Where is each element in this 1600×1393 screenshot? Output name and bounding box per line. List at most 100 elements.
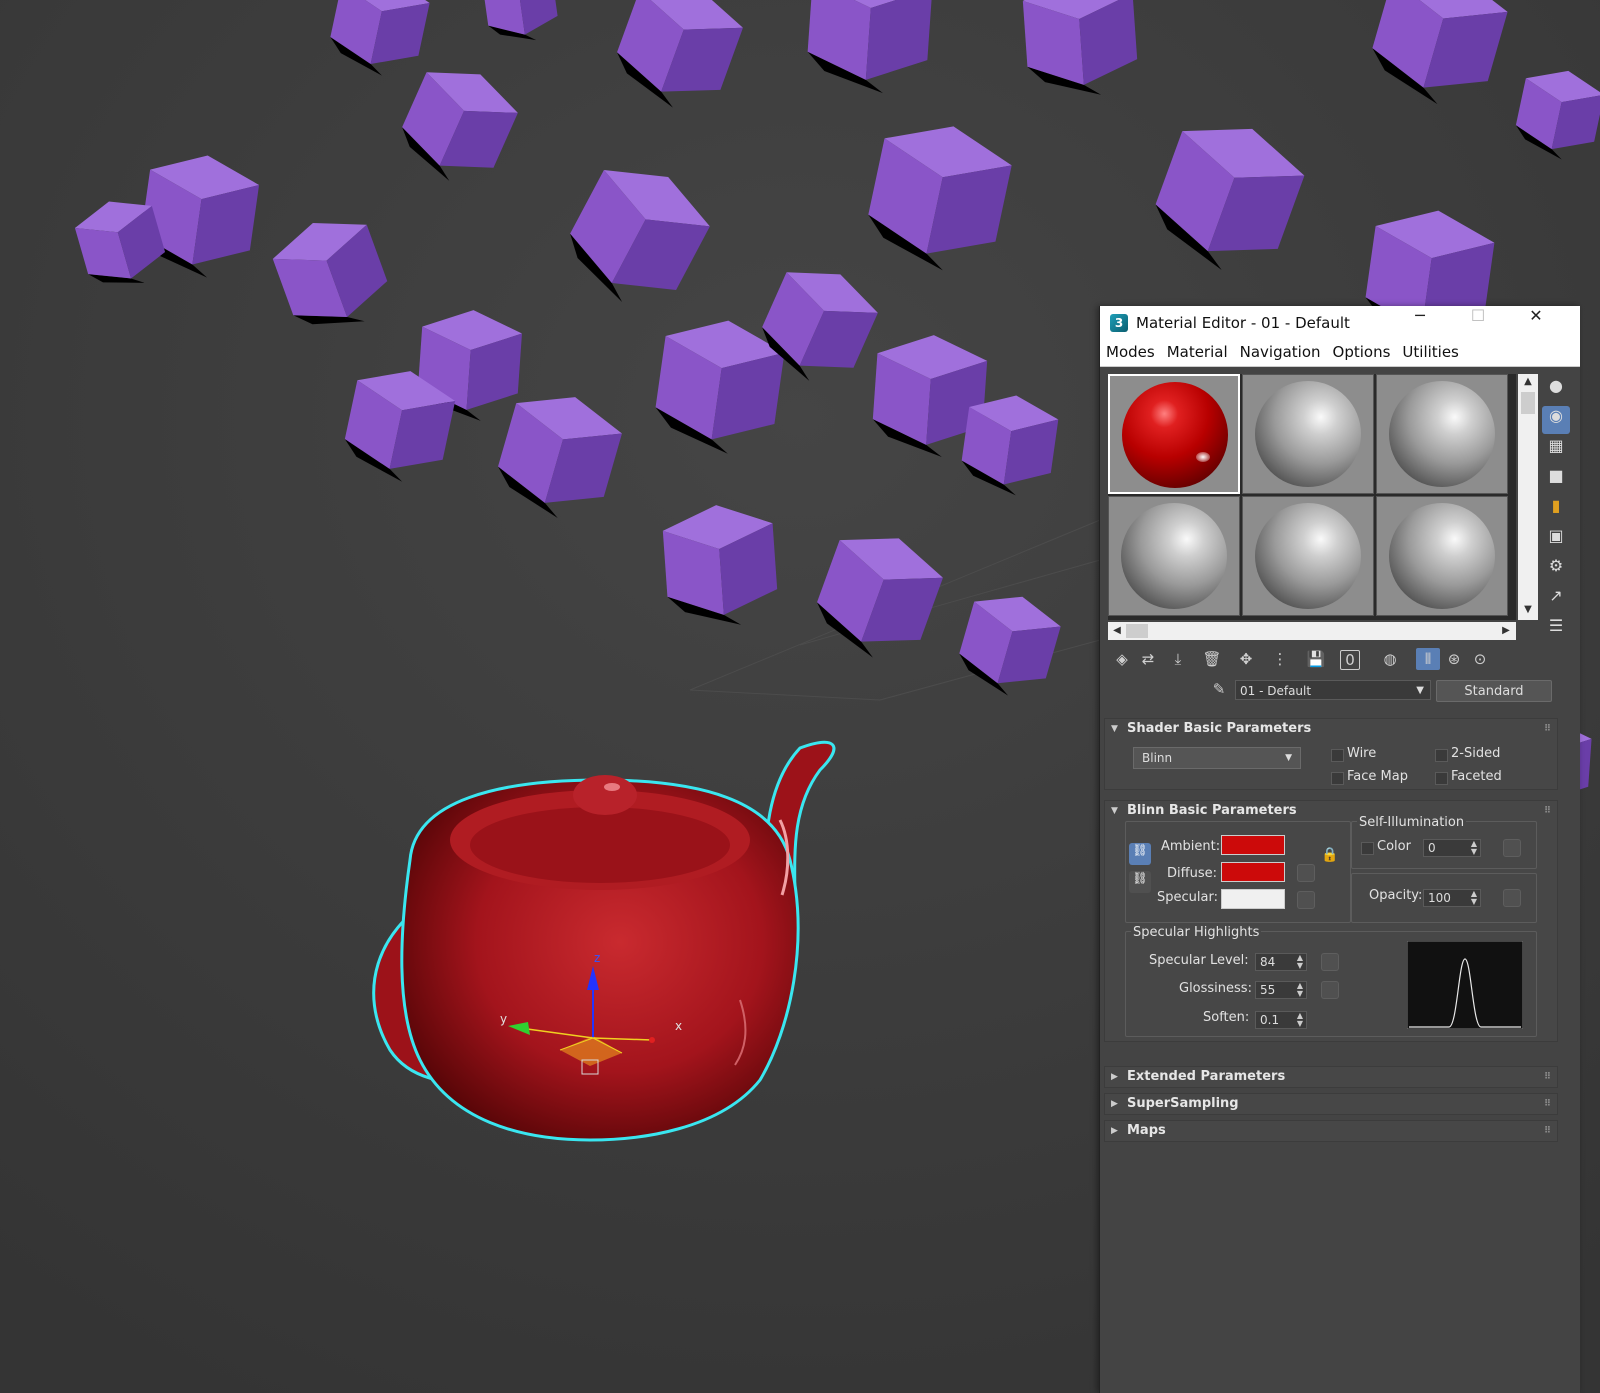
material-editor-window[interactable]: 3 Material Editor - 01 - Default ─ ☐ ✕ M… (1099, 306, 1580, 1393)
scroll-thumb[interactable] (1521, 392, 1535, 414)
delete-icon[interactable]: 🗑 (1200, 648, 1224, 670)
specular-highlights-label: Specular Highlights (1131, 925, 1262, 940)
slots-horizontal-scrollbar[interactable]: ◀ ▶ (1108, 622, 1516, 640)
sample-slot-3[interactable] (1376, 374, 1508, 494)
make-unique-icon[interactable]: ✥ (1234, 648, 1258, 670)
material-id-icon[interactable]: 0 (1340, 650, 1360, 670)
self-illum-spinner[interactable]: 0 ▲ ▼ (1423, 839, 1481, 857)
faceted-checkbox[interactable] (1435, 772, 1448, 785)
soften-label: Soften: (1203, 1010, 1250, 1025)
collapse-arrow-icon: ▼ (1111, 806, 1118, 816)
two-sided-label: 2-Sided (1451, 746, 1501, 761)
soften-spinner[interactable]: 0.1 ▲ ▼ (1255, 1011, 1307, 1029)
menu-modes[interactable]: Modes (1100, 340, 1161, 361)
wire-label: Wire (1347, 746, 1377, 761)
put-to-library-icon[interactable]: ⋮ (1268, 648, 1292, 670)
axis-x-label: x (675, 1019, 682, 1033)
glossiness-map-button[interactable] (1321, 981, 1339, 999)
checker-icon[interactable]: ▦ (1542, 436, 1570, 464)
put-to-scene-icon[interactable]: ⇄ (1136, 648, 1160, 670)
specular-map-button[interactable] (1297, 891, 1315, 909)
scroll-right-icon[interactable]: ▶ (1500, 625, 1512, 636)
close-button[interactable]: ✕ (1508, 306, 1564, 340)
save-icon[interactable]: 💾 (1304, 648, 1328, 670)
blinn-basic-header[interactable]: ▼ Blinn Basic Parameters ⠿ (1105, 801, 1557, 821)
menu-material[interactable]: Material (1161, 340, 1234, 361)
lock-icon[interactable]: 🔒 (1319, 847, 1341, 869)
shader-type-dropdown[interactable]: Blinn ▼ (1133, 747, 1301, 769)
specular-level-spinner[interactable]: 84 ▲ ▼ (1255, 953, 1307, 971)
sample-slot-6[interactable] (1376, 496, 1508, 616)
lock-ambient-diffuse-icon[interactable]: ⛓ (1129, 843, 1151, 865)
sample-slot-2[interactable] (1242, 374, 1374, 494)
scroll-thumb[interactable] (1126, 624, 1148, 638)
options-icon[interactable]: ⚙ (1542, 556, 1570, 584)
lock-diffuse-specular-icon[interactable]: ⛓ (1129, 871, 1151, 893)
glossiness-spinner[interactable]: 55 ▲ ▼ (1255, 981, 1307, 999)
maps-rollout[interactable]: ▶ Maps ⠿ (1104, 1120, 1558, 1142)
axis-y-label: y (500, 1012, 507, 1026)
menu-utilities[interactable]: Utilities (1396, 340, 1464, 361)
make-preview-icon[interactable]: ▣ (1542, 526, 1570, 554)
title-bar[interactable]: 3 Material Editor - 01 - Default ─ ☐ ✕ (1100, 306, 1580, 340)
supersampling-rollout[interactable]: ▶ SuperSampling ⠿ (1104, 1093, 1558, 1115)
eyedropper-icon[interactable]: ✎ (1208, 680, 1230, 702)
face-map-checkbox[interactable] (1331, 772, 1344, 785)
specular-level-map-button[interactable] (1321, 953, 1339, 971)
scroll-down-icon[interactable]: ▼ (1518, 604, 1538, 615)
sample-type-icon[interactable]: ● (1542, 376, 1570, 404)
go-to-parent-icon[interactable]: ⊛ (1442, 648, 1466, 670)
material-type-button[interactable]: Standard (1436, 680, 1552, 702)
self-illum-color-label: Color (1377, 839, 1411, 854)
glossiness-label: Glossiness: (1179, 981, 1252, 996)
show-map-icon[interactable]: ◍ (1378, 648, 1402, 670)
scroll-left-icon[interactable]: ◀ (1111, 625, 1123, 636)
self-illum-color-checkbox[interactable] (1361, 842, 1374, 855)
backlight-icon[interactable]: ◉ (1542, 406, 1570, 434)
sample-sphere (1389, 503, 1495, 609)
specular-color-swatch[interactable] (1221, 889, 1285, 909)
opacity-map-button[interactable] (1503, 889, 1521, 907)
slots-vertical-scrollbar[interactable]: ▲ ▼ (1518, 374, 1538, 620)
select-by-material-icon[interactable]: ↗ (1542, 586, 1570, 614)
self-illumination-label: Self-Illumination (1357, 815, 1467, 830)
scroll-up-icon[interactable]: ▲ (1518, 376, 1538, 387)
ambient-color-swatch[interactable] (1221, 835, 1285, 855)
self-illum-map-button[interactable] (1503, 839, 1521, 857)
video-color-icon[interactable]: ▮ (1542, 496, 1570, 524)
minimize-button[interactable]: ─ (1392, 306, 1448, 340)
shader-basic-header[interactable]: ▼ Shader Basic Parameters ⠿ (1105, 719, 1557, 739)
material-navigator-icon[interactable]: ☰ (1542, 616, 1570, 644)
faceted-label: Faceted (1451, 769, 1502, 784)
collapse-arrow-icon: ▼ (1111, 724, 1118, 734)
blinn-basic-rollout: ▼ Blinn Basic Parameters ⠿ ⛓ ⛓ Ambient: Di… (1104, 800, 1558, 1042)
wire-checkbox[interactable] (1331, 749, 1344, 762)
axis-z-label: z (594, 951, 600, 965)
diffuse-color-swatch[interactable] (1221, 862, 1285, 882)
opacity-spinner[interactable]: 100 ▲ ▼ (1423, 889, 1481, 907)
extended-parameters-rollout[interactable]: ▶ Extended Parameters ⠿ (1104, 1066, 1558, 1088)
face-map-label: Face Map (1347, 769, 1408, 784)
get-material-icon[interactable]: ◈ (1110, 648, 1134, 670)
bottom-toolbar: ◈ ⇄ ⤓ 🗑 ✥ ⋮ 💾 0 ◍ ⫴ ⊛ ⊙ (1108, 644, 1568, 674)
menu-options[interactable]: Options (1327, 340, 1397, 361)
side-toolbar: ● ◉ ▦ ■ ▮ ▣ ⚙ ↗ ☰ (1542, 374, 1576, 646)
assign-to-selection-icon[interactable]: ⤓ (1166, 648, 1190, 670)
sample-sphere (1255, 503, 1361, 609)
tiling-icon[interactable]: ■ (1542, 466, 1570, 494)
material-name-row: ✎ 01 - Default ▼ Standard (1100, 678, 1580, 704)
show-end-result-icon[interactable]: ⫴ (1416, 648, 1440, 670)
sample-slot-1[interactable] (1108, 374, 1240, 494)
menu-navigation[interactable]: Navigation (1234, 340, 1327, 361)
go-forward-sibling-icon[interactable]: ⊙ (1468, 648, 1492, 670)
window-title: Material Editor - 01 - Default (1136, 314, 1350, 332)
maximize-button[interactable]: ☐ (1450, 306, 1506, 340)
diffuse-map-button[interactable] (1297, 864, 1315, 882)
grip-icon: ⠿ (1543, 1099, 1551, 1109)
material-name-field[interactable]: 01 - Default ▼ (1235, 680, 1431, 700)
sample-slot-4[interactable] (1108, 496, 1240, 616)
two-sided-checkbox[interactable] (1435, 749, 1448, 762)
sample-slot-5[interactable] (1242, 496, 1374, 616)
app-icon: 3 (1110, 314, 1128, 332)
sample-slots (1108, 374, 1516, 620)
